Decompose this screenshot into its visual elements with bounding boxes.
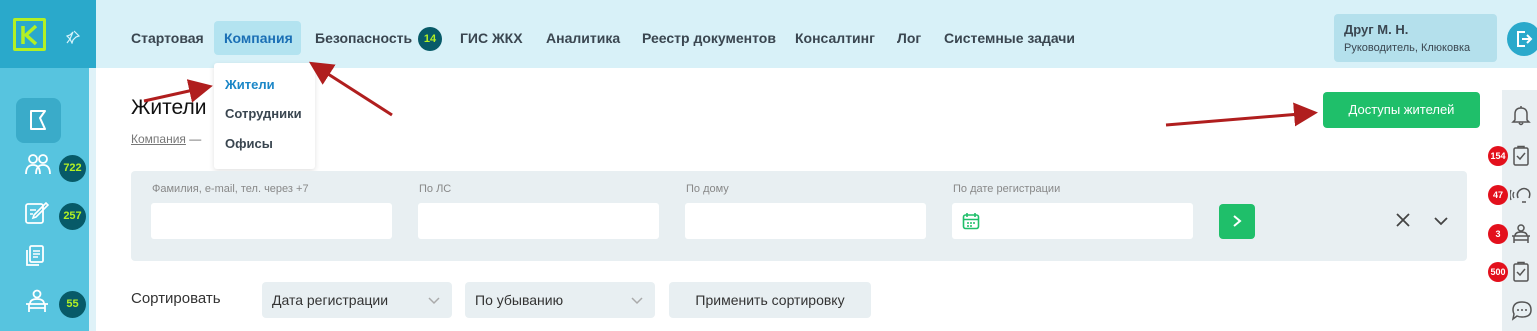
chevron-down-icon[interactable] (1433, 214, 1449, 232)
nav-item-doc-registry[interactable]: Реестр документов (642, 30, 776, 46)
desk-badge: 55 (59, 291, 86, 318)
nav-item-analytics[interactable]: Аналитика (546, 30, 620, 46)
support-badge: 47 (1488, 185, 1508, 205)
home-icon[interactable] (16, 98, 61, 143)
name-filter-label: Фамилия, e-mail, тел. через +7 (152, 183, 309, 195)
annotation-arrow (308, 61, 393, 117)
sort-order-value: По убыванию (475, 292, 564, 308)
chevron-down-icon (428, 297, 440, 305)
user-name: Друг М. Н. (1344, 22, 1409, 37)
tasks-icon[interactable] (1510, 145, 1532, 172)
date-filter-input[interactable] (952, 203, 1193, 239)
company-dropdown-menu: Жители Сотрудники Офисы (214, 63, 315, 169)
sort-label: Сортировать (131, 290, 221, 307)
left-sidebar: 722 257 55 (0, 0, 96, 331)
desk-icon[interactable] (1510, 223, 1532, 250)
nav-item-gis[interactable]: ГИС ЖКХ (460, 30, 523, 46)
filter-panel: Фамилия, e-mail, тел. через +7 По ЛС По … (131, 171, 1467, 261)
support-icon[interactable] (1509, 184, 1534, 211)
sort-field-select[interactable]: Дата регистрации (262, 282, 452, 318)
calendar-icon[interactable] (962, 212, 980, 235)
sort-field-value: Дата регистрации (272, 292, 389, 308)
apply-sort-button[interactable]: Применить сортировку (669, 282, 871, 318)
logo-area (0, 0, 96, 68)
logout-icon[interactable] (1507, 22, 1537, 56)
logo-icon[interactable] (13, 18, 46, 51)
dropdown-item-residents[interactable]: Жители (225, 77, 275, 92)
bell-icon[interactable] (1510, 104, 1532, 131)
ls-filter-label: По ЛС (419, 183, 452, 195)
sidebar-item-residents[interactable]: 722 (20, 148, 86, 182)
ls-filter-input[interactable] (418, 203, 659, 239)
breadcrumb: Компания — (131, 132, 201, 146)
clear-filters-icon[interactable] (1395, 212, 1411, 233)
house-filter-input[interactable] (685, 203, 926, 239)
requests-badge: 257 (59, 203, 86, 230)
breadcrumb-separator: — (189, 132, 202, 146)
nav-item-start[interactable]: Стартовая (131, 30, 204, 46)
page-title: Жители (131, 96, 207, 119)
sort-order-select[interactable]: По убыванию (465, 282, 655, 318)
nav-item-security[interactable]: Безопасность (315, 30, 412, 46)
dropdown-item-employees[interactable]: Сотрудники (225, 106, 302, 121)
name-filter-input[interactable] (151, 203, 392, 239)
chat-icon[interactable] (1510, 298, 1534, 327)
checklist-badge: 500 (1488, 262, 1508, 282)
residents-icon (24, 152, 52, 183)
user-role: Руководитель, Клюковка (1344, 42, 1471, 54)
checklist-icon[interactable] (1510, 261, 1532, 288)
top-navigation-bar: Стартовая Компания Безопасность 14 ГИС Ж… (96, 0, 1537, 68)
pin-icon[interactable] (65, 30, 81, 49)
date-filter-label: По дате регистрации (953, 183, 1061, 195)
chevron-right-icon (1233, 215, 1242, 227)
tasks-badge: 154 (1488, 146, 1508, 166)
nav-item-consulting[interactable]: Консалтинг (795, 30, 875, 46)
sidebar-divider (89, 68, 96, 331)
nav-item-company[interactable]: Компания (224, 30, 293, 46)
desk-badge-right: 3 (1488, 224, 1508, 244)
annotation-arrow (1165, 102, 1318, 127)
apply-filter-button[interactable] (1219, 204, 1255, 239)
house-filter-label: По дому (686, 183, 729, 195)
user-menu[interactable]: Друг М. Н. Руководитель, Клюковка (1334, 14, 1497, 62)
security-badge: 14 (418, 27, 442, 51)
sidebar-item-desk[interactable]: 55 (20, 284, 86, 318)
requests-icon (24, 200, 50, 231)
sidebar-item-requests[interactable]: 257 (20, 196, 86, 230)
residents-access-button[interactable]: Доступы жителей (1323, 92, 1480, 128)
residents-badge: 722 (59, 155, 86, 182)
chevron-down-icon (631, 297, 643, 305)
sidebar-item-documents[interactable] (20, 240, 86, 274)
documents-icon (24, 244, 46, 273)
breadcrumb-company-link[interactable]: Компания (131, 132, 186, 146)
dropdown-item-offices[interactable]: Офисы (225, 136, 273, 151)
desk-icon (24, 288, 50, 319)
nav-item-log[interactable]: Лог (897, 30, 921, 46)
nav-item-system-tasks[interactable]: Системные задачи (944, 30, 1075, 46)
